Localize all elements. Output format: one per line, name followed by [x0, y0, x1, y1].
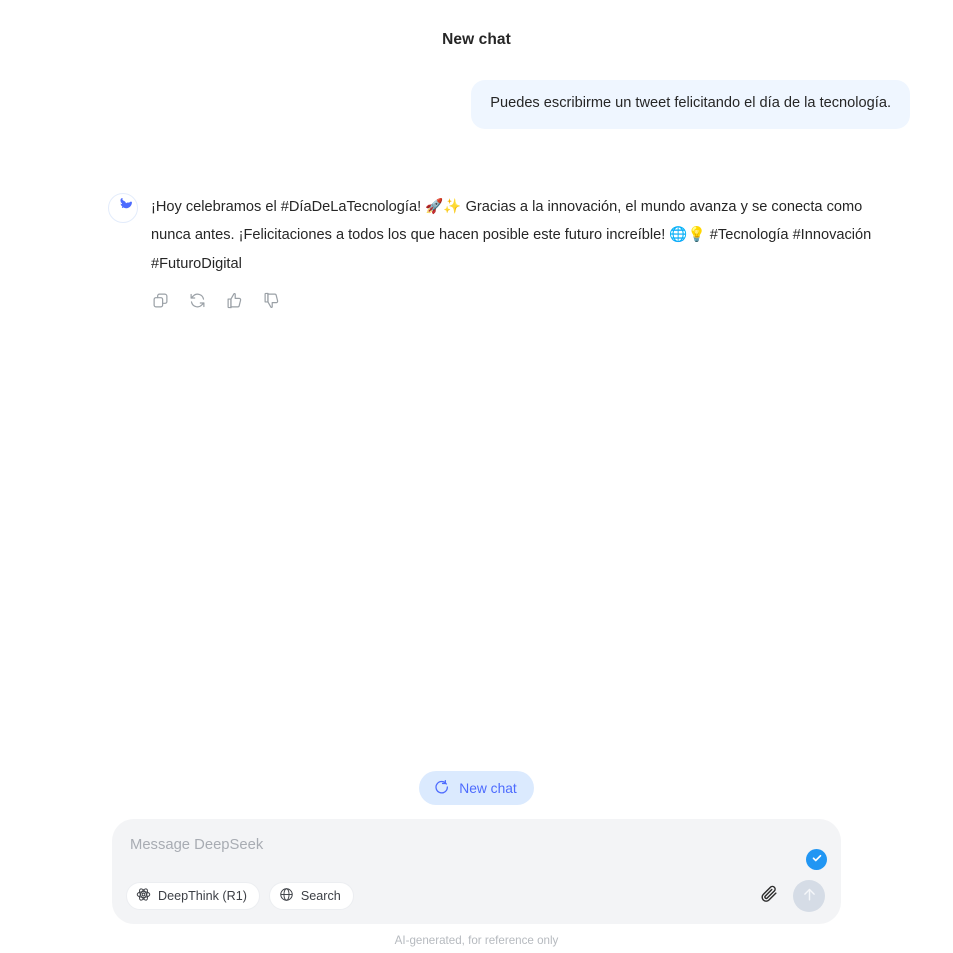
- deepthink-toggle[interactable]: DeepThink (R1): [126, 882, 260, 910]
- user-message-bubble: Puedes escribirme un tweet felicitando e…: [471, 80, 910, 129]
- bottom-area: New chat Message DeepSeek DeepThink (R1)…: [0, 771, 953, 953]
- paperclip-icon: [760, 884, 779, 908]
- attach-button[interactable]: [757, 884, 781, 908]
- conversation-area: Puedes escribirme un tweet felicitando e…: [0, 80, 953, 771]
- copy-icon[interactable]: [151, 291, 170, 310]
- chat-header: New chat: [0, 0, 953, 80]
- deepseek-chat-app: New chat Puedes escribirme un tweet feli…: [0, 0, 953, 953]
- refresh-icon[interactable]: [188, 291, 207, 310]
- thumbs-down-icon[interactable]: [262, 291, 281, 310]
- page-title: New chat: [442, 31, 511, 48]
- new-chat-label: New chat: [459, 780, 517, 796]
- assistant-text-segment-1: ¡Hoy celebramos el #DíaDeLaTecnología!: [151, 198, 426, 215]
- composer-right-controls: [757, 880, 825, 912]
- atom-icon: [136, 887, 151, 905]
- avatar: [108, 192, 138, 223]
- composer-wrapper: Message DeepSeek DeepThink (R1) Search: [0, 819, 953, 924]
- new-chat-icon: [434, 779, 450, 798]
- user-message-row: Puedes escribirme un tweet felicitando e…: [0, 80, 953, 129]
- deepseek-whale-logo-icon: [114, 196, 133, 220]
- thumbs-up-icon[interactable]: [225, 291, 244, 310]
- arrow-up-icon: [801, 886, 818, 906]
- message-composer[interactable]: Message DeepSeek DeepThink (R1) Search: [112, 819, 841, 924]
- globe-emoji-icon: 🌐: [669, 226, 688, 244]
- sparkles-emoji-icon: ✨: [443, 197, 462, 215]
- assistant-message-text: ¡Hoy celebramos el #DíaDeLaTecnología! 🚀…: [151, 193, 891, 279]
- lightbulb-emoji-icon: 💡: [687, 226, 706, 244]
- search-label: Search: [300, 889, 341, 903]
- search-toggle[interactable]: Search: [268, 882, 354, 910]
- send-button[interactable]: [793, 880, 825, 912]
- status-badge: [806, 849, 827, 870]
- globe-icon: [279, 887, 294, 905]
- disclaimer-note: AI-generated, for reference only: [394, 934, 559, 947]
- new-chat-button[interactable]: New chat: [419, 771, 534, 805]
- message-input[interactable]: Message DeepSeek: [130, 837, 823, 853]
- new-chat-wrapper: New chat: [0, 771, 953, 805]
- check-icon: [811, 851, 823, 869]
- message-actions: [151, 291, 891, 310]
- rocket-emoji-icon: 🚀: [425, 197, 444, 215]
- composer-tools: DeepThink (R1) Search: [126, 882, 354, 910]
- assistant-message-row: ¡Hoy celebramos el #DíaDeLaTecnología! 🚀…: [0, 191, 953, 310]
- deepthink-label: DeepThink (R1): [158, 889, 247, 903]
